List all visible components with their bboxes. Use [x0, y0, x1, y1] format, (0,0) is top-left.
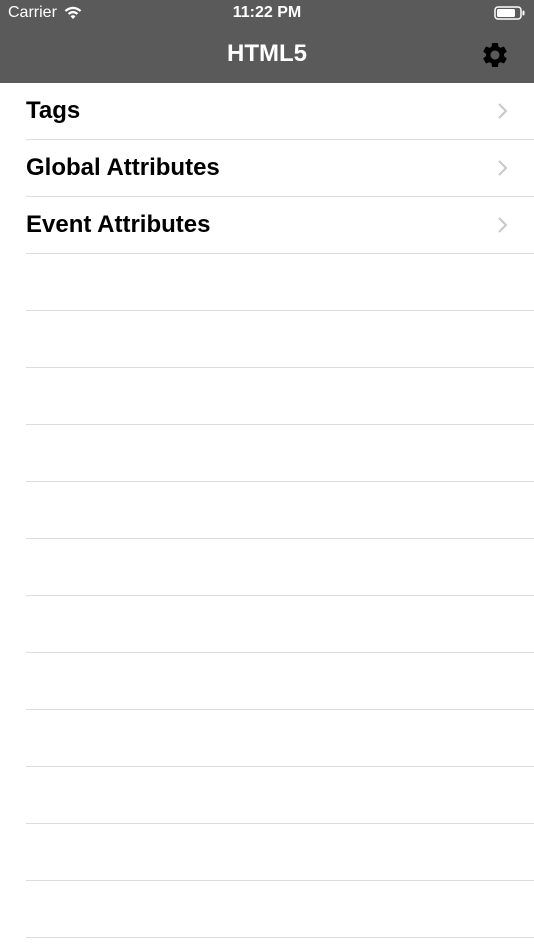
empty-row	[0, 653, 534, 710]
list-item-global-attributes[interactable]: Global Attributes	[0, 140, 534, 197]
top-bar: Carrier 11:22 PM HTML5	[0, 0, 534, 83]
list-item-event-attributes[interactable]: Event Attributes	[0, 197, 534, 254]
status-bar: Carrier 11:22 PM	[0, 0, 534, 28]
navigation-bar: HTML5	[0, 28, 534, 83]
menu-list: Tags Global Attributes Event Attributes	[0, 83, 534, 938]
empty-row	[0, 368, 534, 425]
list-item-label: Event Attributes	[26, 211, 211, 238]
empty-row	[0, 596, 534, 653]
gear-icon[interactable]	[480, 40, 510, 70]
empty-row	[0, 881, 534, 938]
battery-icon	[494, 6, 525, 20]
status-time: 11:22 PM	[232, 4, 302, 21]
list-item-tags[interactable]: Tags	[0, 83, 534, 140]
empty-row	[0, 425, 534, 482]
chevron-right-icon	[498, 103, 507, 119]
empty-row	[0, 311, 534, 368]
empty-row	[0, 767, 534, 824]
page-title: HTML5	[227, 40, 307, 67]
empty-row	[0, 710, 534, 767]
empty-row	[0, 482, 534, 539]
list-item-label: Tags	[26, 97, 81, 124]
empty-row	[0, 824, 534, 881]
chevron-right-icon	[498, 217, 507, 233]
chevron-right-icon	[498, 160, 507, 176]
list-item-label: Global Attributes	[26, 154, 220, 181]
empty-row	[0, 254, 534, 311]
empty-row	[0, 539, 534, 596]
